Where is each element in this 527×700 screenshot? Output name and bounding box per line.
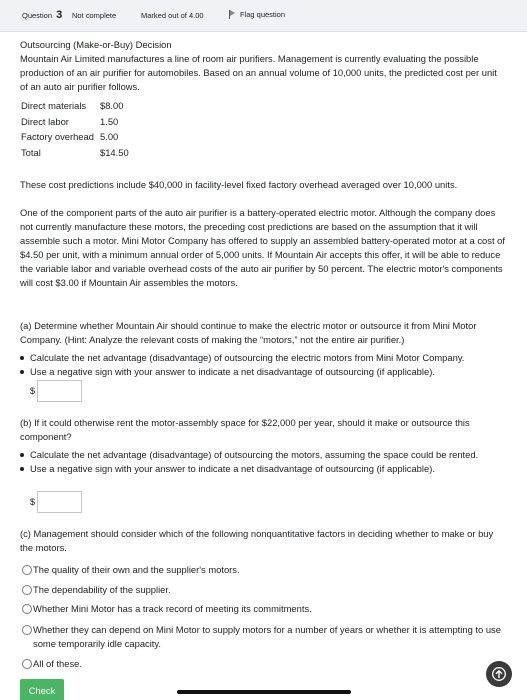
cost-label: Direct labor [21,115,69,127]
question-title: Outsourcing (Make-or-Buy) Decision [20,39,172,50]
currency-symbol: $ [30,386,36,396]
question-number: Question 3 [22,9,62,21]
option-all[interactable]: All of these. [22,657,502,671]
cost-label: Direct materials [21,100,87,111]
option-dependability[interactable]: The dependability of the supplier. [22,583,502,597]
cost-label: Total [21,146,41,158]
question-number-value: 3 [56,9,63,21]
question-intro: Outsourcing (Make-or-Buy) Decision Mount… [20,38,506,94]
arrow-up-icon [492,667,506,681]
part-b-question: (b) If it could otherwise rent the motor… [20,417,470,442]
flag-question-button[interactable]: Flag question [229,10,285,19]
radio-button[interactable] [22,604,32,614]
option-quality[interactable]: The quality of their own and the supplie… [22,563,502,577]
radio-button[interactable] [22,585,32,595]
instruction-item: Calculate the net advantage (disadvantag… [20,448,485,462]
part-b-answer: $ [30,491,83,513]
cost-row: Direct materials $8.00 [21,98,129,114]
instruction-item: Calculate the net advantage (disadvantag… [20,351,506,365]
option-label: Whether they can depend on Mini Motor to… [33,624,501,649]
option-label: Whether Mini Motor has a track record of… [33,603,312,614]
currency-symbol: $ [30,497,36,507]
part-c-question: (c) Management should consider which of … [20,528,494,553]
radio-button[interactable] [22,625,32,635]
part-a-answer: $ [30,380,83,402]
scroll-to-top-button[interactable] [486,661,512,687]
option-label: The quality of their own and the supplie… [33,564,240,575]
cost-label: Factory overhead [21,131,94,142]
cost-value: $8.00 [100,100,124,111]
fixed-overhead-paragraph: These cost predictions include $40,000 i… [20,179,458,190]
part-a-question: (a) Determine whether Mountain Air shoul… [20,320,477,345]
part-a-instructions: Calculate the net advantage (disadvantag… [20,351,506,379]
flag-icon [229,10,236,19]
question-label: Question [22,11,53,20]
question-status: Not complete [72,11,117,20]
question-intro-body: Mountain Air Limited manufactures a line… [20,53,497,92]
cost-row: Direct labor 1.50 [21,114,129,130]
radio-button[interactable] [22,659,32,669]
cost-value: 1.50 [100,115,119,127]
cost-row: Total $14.50 [21,145,129,161]
cost-value: $14.50 [100,146,129,158]
flag-question-label: Flag question [240,10,286,19]
part-b-answer-input[interactable] [37,491,83,513]
home-indicator [177,690,351,694]
question-marks: Marked out of 4.00 [141,11,204,20]
radio-button[interactable] [22,565,32,575]
option-label: All of these. [33,658,82,669]
instruction-item: Use a negative sign with your answer to … [20,462,485,476]
option-supply-years[interactable]: Whether they can depend on Mini Motor to… [22,623,502,651]
motor-paragraph: One of the component parts of the auto a… [20,207,505,288]
cost-table: Direct materials $8.00 Direct labor 1.50… [21,98,129,160]
part-b-instructions: Calculate the net advantage (disadvantag… [20,448,485,476]
option-label: The dependability of the supplier. [33,584,171,595]
check-button[interactable]: Check [20,679,64,700]
instruction-item: Use a negative sign with your answer to … [20,365,506,379]
cost-row: Factory overhead 5.00 [21,129,129,145]
cost-value: 5.00 [100,131,119,142]
question-info-bar: Question 3 Not complete Marked out of 4.… [0,0,527,32]
part-a-answer-input[interactable] [37,380,83,402]
option-track-record[interactable]: Whether Mini Motor has a track record of… [22,602,502,616]
